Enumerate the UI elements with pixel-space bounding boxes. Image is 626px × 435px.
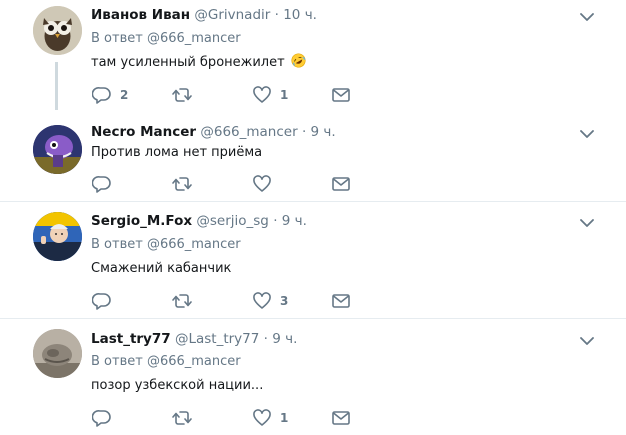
retweet-icon [172,294,192,308]
separator-dot: · [274,7,279,23]
avatar[interactable] [33,125,82,174]
reply-context: В ответ @666_mancer [91,30,241,48]
chevron-down-icon[interactable] [580,336,594,346]
tweet-header: Last_try77 @Last_try77 · 9 ч. [91,330,297,348]
tweet[interactable]: Sergio_M.Fox @serjio_sg · 9 ч. В ответ @… [0,202,626,318]
timestamp[interactable]: 9 ч. [311,124,336,140]
retweet-icon [172,88,192,102]
thread-line [55,62,58,110]
heart-icon [253,292,271,309]
author-handle[interactable]: @Grivnadir [194,7,270,23]
reply-mention[interactable]: @666_mancer [147,31,241,46]
reply-icon [92,176,111,193]
reply-mention[interactable]: @666_mancer [147,354,241,369]
author-name[interactable]: Last_try77 [91,331,171,347]
like-count: 3 [280,294,289,308]
author-name[interactable]: Sergio_M.Fox [91,213,192,229]
avatar[interactable] [33,6,82,55]
tweet-header: Иванов Иван @Grivnadir · 10 ч. [91,6,317,24]
author-name[interactable]: Necro Mancer [91,124,196,140]
tweet-body: Против лома нет приёма [91,145,263,160]
author-handle[interactable]: @666_mancer [200,124,297,140]
author-handle[interactable]: @Last_try77 [175,331,259,347]
separator-dot: · [301,124,307,140]
avatar[interactable] [33,329,82,378]
retweet-icon [172,411,192,425]
like-button[interactable]: 1 [252,85,288,105]
retweet-icon [172,177,192,191]
separator-dot: · [263,331,268,347]
direct-message-button[interactable] [331,174,351,194]
sculpture-avatar-icon [33,329,82,378]
person-avatar-icon [33,212,82,261]
retweet-button[interactable] [172,408,200,428]
reply-prefix: В ответ [91,237,143,252]
reply-icon [92,293,111,310]
reply-context: В ответ @666_mancer [91,353,241,371]
reply-count: 2 [120,88,129,102]
heart-icon [253,175,271,192]
tweet-text: Смажений кабанчик [91,260,231,278]
rolling-on-floor-laughing-emoji [291,53,306,68]
reply-button[interactable] [92,174,120,194]
monster-avatar-icon [33,125,82,174]
reply-button[interactable] [92,291,120,311]
reply-context: В ответ @666_mancer [91,236,241,254]
separator-dot: · [273,213,278,229]
retweet-button[interactable] [172,291,200,311]
like-button[interactable]: 1 [252,408,288,428]
reply-button[interactable] [92,408,120,428]
tweet[interactable]: Иванов Иван @Grivnadir · 10 ч. В ответ @… [0,0,626,113]
reply-mention[interactable]: @666_mancer [147,237,241,252]
direct-message-button[interactable] [331,85,351,105]
author-handle[interactable]: @serjio_sg [196,213,269,229]
reply-prefix: В ответ [91,354,143,369]
chevron-down-icon[interactable] [580,129,594,139]
tweet-text: там усиленный бронежилет [91,53,306,72]
reply-prefix: В ответ [91,31,143,46]
envelope-icon [332,177,350,191]
tweet-text: позор узбекской нации... [91,377,263,395]
reply-button[interactable]: 2 [92,85,128,105]
retweet-button[interactable] [172,174,200,194]
tweet-body: там усиленный бронежилет [91,55,285,70]
reply-icon [92,87,111,104]
envelope-icon [332,294,350,308]
tweet[interactable]: Necro Mancer @666_mancer · 9 ч. Против л… [0,113,626,201]
reply-icon [92,410,111,427]
timestamp[interactable]: 9 ч. [272,331,297,347]
timestamp[interactable]: 10 ч. [283,7,317,23]
tweet-header: Sergio_M.Fox @serjio_sg · 9 ч. [91,212,307,230]
retweet-button[interactable] [172,85,200,105]
like-count: 1 [280,88,289,102]
envelope-icon [332,88,350,102]
author-name[interactable]: Иванов Иван [91,7,190,23]
owl-avatar-icon [33,6,82,55]
like-count: 1 [280,411,289,425]
tweet-body: Смажений кабанчик [91,261,232,276]
tweet[interactable]: Last_try77 @Last_try77 · 9 ч. В ответ @6… [0,319,626,435]
tweet-text: Против лома нет приёма [91,144,262,162]
chevron-down-icon[interactable] [580,218,594,228]
like-button[interactable]: 3 [252,291,288,311]
direct-message-button[interactable] [331,408,351,428]
direct-message-button[interactable] [331,291,351,311]
envelope-icon [332,411,350,425]
chevron-down-icon[interactable] [580,12,594,22]
tweet-header: Necro Mancer @666_mancer · 9 ч. [91,123,336,141]
tweet-body: позор узбекской нации... [91,378,264,393]
avatar[interactable] [33,212,82,261]
like-button[interactable] [252,174,280,194]
timestamp[interactable]: 9 ч. [282,213,307,229]
heart-icon [253,86,271,103]
heart-icon [253,409,271,426]
